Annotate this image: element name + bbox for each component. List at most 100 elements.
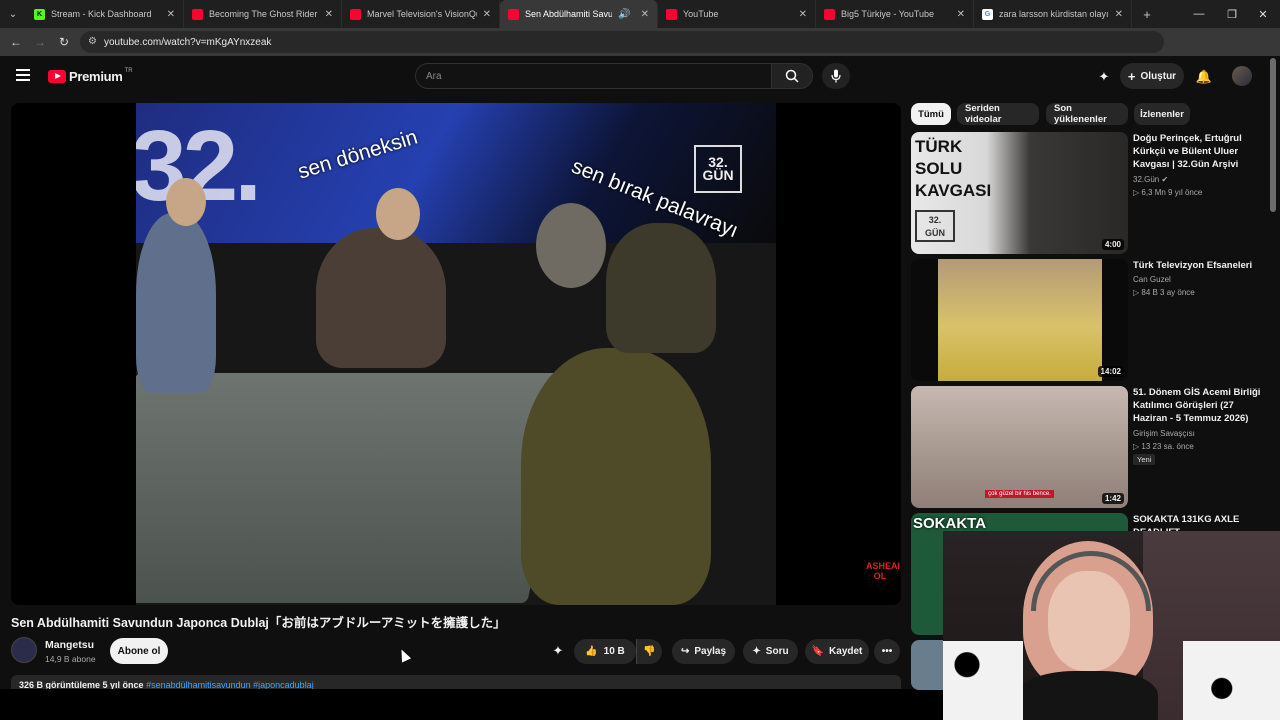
maximize-icon[interactable]: ❐ <box>1215 0 1249 28</box>
close-icon[interactable]: ✕ <box>957 9 965 20</box>
person-left-head <box>166 178 206 226</box>
studio-logo-bottom: GÜN <box>702 167 734 183</box>
page-scrollbar[interactable] <box>1270 58 1276 212</box>
rec-title-3[interactable]: 51. Dönem GİS Acemi Birliği Katılımcı Gö… <box>1133 386 1263 425</box>
kick-favicon-icon: K <box>34 8 45 20</box>
search-button[interactable] <box>771 63 813 89</box>
youtube-favicon-icon <box>192 8 203 20</box>
like-button[interactable]: 👍 10 B <box>574 639 636 664</box>
window-close-icon[interactable]: ✕ <box>1246 0 1280 28</box>
chip-recent[interactable]: Son yüklenenler <box>1046 103 1128 125</box>
create-button[interactable]: + Oluştur <box>1120 63 1184 89</box>
tab-title: Big5 Türkiye - YouTube <box>841 9 935 19</box>
minimize-icon[interactable]: — <box>1182 0 1216 28</box>
rec-title-2[interactable]: Türk Televizyon Efsaneleri <box>1133 259 1263 272</box>
speaker-icon[interactable]: 🔊 <box>618 9 630 20</box>
tab-visionquest[interactable]: Marvel Television's VisionQuest ✕ <box>342 0 500 28</box>
video-player[interactable]: 32. 32. GÜN sen döneksin sen bırak palav… <box>11 103 901 605</box>
subscribe-button[interactable]: Abone ol <box>110 638 168 664</box>
premium-gift-icon[interactable]: ✦ <box>548 641 568 661</box>
site-info-icon[interactable]: ⚙ <box>88 36 97 47</box>
notifications-bell-icon[interactable]: 🔔 <box>1194 67 1214 87</box>
tab-youtube[interactable]: YouTube ✕ <box>658 0 816 28</box>
cow-print-pillow <box>1183 641 1280 720</box>
save-button[interactable]: 🔖 Kaydet <box>805 639 869 664</box>
rec-title-1[interactable]: Doğu Perinçek, Ertuğrul Kürkçü ve Bülent… <box>1133 132 1263 171</box>
rec-thumbnail-2[interactable]: 14:02 <box>911 259 1128 381</box>
tab-big5[interactable]: Big5 Türkiye - YouTube ✕ <box>816 0 974 28</box>
close-icon[interactable]: ✕ <box>483 9 491 20</box>
close-icon[interactable]: ✕ <box>799 9 807 20</box>
search-input[interactable]: Ara <box>415 63 772 89</box>
more-actions-button[interactable]: ••• <box>874 639 900 664</box>
video-frame: 32. 32. GÜN sen döneksin sen bırak palav… <box>136 103 776 605</box>
rec-channel-1[interactable]: 32.Gün ✔ <box>1133 173 1168 186</box>
logo-text: Premium <box>69 69 123 84</box>
reload-icon[interactable]: ↻ <box>52 28 76 56</box>
rec-channel-2[interactable]: Can Guzel <box>1133 273 1171 286</box>
person-middle <box>316 228 446 368</box>
share-button[interactable]: ↪ Paylaş <box>672 639 735 664</box>
youtube-play-logo-icon <box>48 70 66 83</box>
account-avatar[interactable] <box>1232 66 1252 86</box>
close-icon[interactable]: ✕ <box>325 9 333 20</box>
youtube-premium-logo[interactable]: Premium TR <box>48 68 133 84</box>
chip-series[interactable]: Seriden videolar <box>957 103 1039 125</box>
youtube-header: Premium TR Ara ✦ + Oluştur 🔔 <box>0 56 1280 98</box>
studio-table <box>136 373 576 603</box>
description-box[interactable]: 326 B görüntüleme 5 yıl önce #senabdülha… <box>11 675 901 689</box>
duration-2: 14:02 <box>1097 366 1124 377</box>
rec-meta-3: ▷ 13 23 sa. önce <box>1133 440 1194 453</box>
address-bar[interactable]: ⚙ youtube.com/watch?v=mKgAYnxzeak <box>80 31 1164 53</box>
rec-stats-3: 13 23 sa. önce <box>1141 442 1194 451</box>
close-icon[interactable]: ✕ <box>167 9 175 20</box>
person-front-head <box>536 203 606 288</box>
thumb-subtitle-text-3: çok güzel bir his bence. <box>985 490 1054 498</box>
youtube-favicon-icon <box>666 8 677 20</box>
microphone-icon <box>831 69 841 83</box>
thumbs-down-icon: 👎 <box>643 646 656 657</box>
rec-thumbnail-1[interactable]: TÜRK SOLU KAVGASI 32. GÜN 4:00 <box>911 132 1128 254</box>
hamburger-menu-icon[interactable] <box>16 69 30 84</box>
rec-meta-1: ▷ 6,3 Mn 9 yıl önce <box>1133 186 1202 199</box>
share-label: Paylaş <box>694 646 727 657</box>
premium-gift-icon[interactable]: ✦ <box>1094 67 1114 87</box>
voice-search-button[interactable] <box>822 63 850 89</box>
chip-watched[interactable]: İzlenenler <box>1134 103 1190 125</box>
forward-arrow-icon[interactable]: → <box>28 28 52 56</box>
rec-channel-3[interactable]: Girişim Savaşçısı <box>1133 427 1195 440</box>
search-placeholder: Ara <box>426 70 442 82</box>
back-arrow-icon[interactable]: ← <box>4 28 28 56</box>
share-arrow-icon: ↪ <box>680 646 690 657</box>
tab-title: Stream - Kick Dashboard <box>51 9 152 19</box>
tab-title: YouTube <box>683 9 719 19</box>
like-count: 10 B <box>603 646 625 657</box>
tab-current-video[interactable]: Sen Abdülhamiti Savundun 🔊 ✕ <box>500 0 658 28</box>
person-left <box>136 213 216 393</box>
tab-search-icon[interactable]: ⌄ <box>0 0 26 28</box>
new-tab-button[interactable]: + <box>1132 0 1162 28</box>
thumb-image-2 <box>938 259 1102 381</box>
thumb-logo-1: 32. GÜN <box>915 210 955 242</box>
rec-thumbnail-3[interactable]: çok güzel bir his bence. 1:42 <box>911 386 1128 508</box>
tab-title: Becoming The Ghost Rider | Gh <box>209 9 319 19</box>
tab-google-search[interactable]: G zara larsson kürdistan olayı - G ✕ <box>974 0 1132 28</box>
dislike-button[interactable]: 👎 <box>636 639 662 664</box>
rec-channel-name-1: 32.Gün <box>1133 175 1160 184</box>
bottom-overlay <box>0 689 943 720</box>
google-favicon-icon: G <box>982 8 993 20</box>
person-back-right <box>606 223 716 353</box>
hashtags[interactable]: #senabdülhamitisavundun #japoncadublaj <box>146 680 314 689</box>
channel-name[interactable]: Mangetsu <box>45 639 94 651</box>
bookmark-icon: 🔖 <box>811 646 825 657</box>
sparkle-icon: ✦ <box>752 646 761 657</box>
channel-avatar[interactable] <box>11 637 37 663</box>
close-icon[interactable]: ✕ <box>1115 9 1123 20</box>
tab-kick-dashboard[interactable]: K Stream - Kick Dashboard ✕ <box>26 0 184 28</box>
tab-ghost-rider[interactable]: Becoming The Ghost Rider | Gh ✕ <box>184 0 342 28</box>
browser-toolbar: ← → ↻ ⚙ youtube.com/watch?v=mKgAYnxzeak … <box>0 28 1280 77</box>
ask-button[interactable]: ✦ Soru <box>743 639 798 664</box>
mouse-cursor-icon <box>396 647 412 663</box>
close-icon[interactable]: ✕ <box>641 9 649 20</box>
chip-all[interactable]: Tümü <box>911 103 951 125</box>
